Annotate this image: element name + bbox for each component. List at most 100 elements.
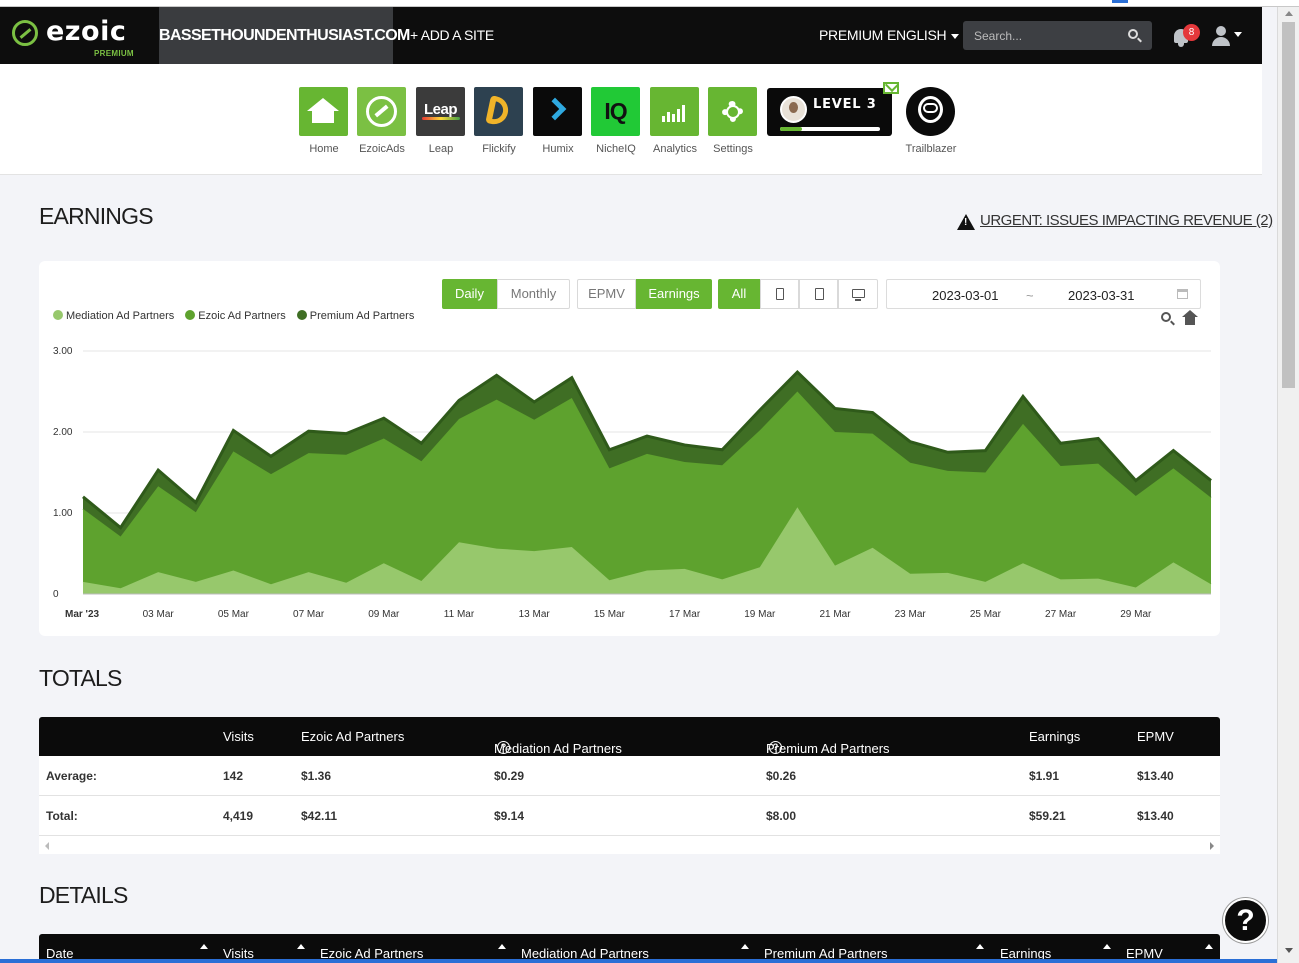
totals-title: TOTALS — [39, 665, 122, 691]
scroll-left-icon[interactable] — [45, 842, 49, 850]
sort-icon[interactable] — [741, 944, 749, 949]
vertical-scrollbar[interactable] — [1277, 7, 1299, 963]
table-cell: $59.21 — [1029, 809, 1066, 823]
details-title: DETAILS — [39, 882, 128, 908]
scroll-down-icon[interactable] — [1285, 948, 1293, 953]
flickify-icon — [474, 87, 523, 136]
x-tick-label: 25 Mar — [970, 609, 1002, 620]
sort-icon[interactable] — [498, 944, 506, 949]
add-site-link[interactable]: + ADD A SITE — [410, 7, 494, 64]
help-circle-icon[interactable]: ? — [769, 741, 782, 754]
avatar — [780, 96, 807, 123]
table-row: Average: 142 $1.36 $0.29 $0.26 $1.91 $13… — [39, 756, 1220, 796]
table-cell: $13.40 — [1137, 809, 1174, 823]
x-tick-label: Mar '23 — [65, 609, 100, 620]
warning-icon — [957, 214, 975, 230]
totals-header-row: Visits Ezoic Ad Partners Mediation Ad Pa… — [39, 717, 1220, 756]
app-label: Settings — [713, 143, 753, 155]
column-header: Visits — [223, 729, 254, 744]
sort-icon[interactable] — [976, 944, 984, 949]
level-badge[interactable]: LEVEL 3 — [767, 88, 892, 136]
home-icon — [299, 87, 348, 136]
horizontal-scrollbar[interactable] — [39, 836, 1220, 854]
app-humix[interactable]: Humix — [533, 87, 583, 155]
app-ezoicads[interactable]: EzoicAds — [357, 87, 407, 155]
column-header: Ezoic Ad Partners — [301, 729, 405, 744]
scroll-up-icon[interactable] — [1285, 11, 1293, 16]
scroll-right-icon[interactable] — [1210, 842, 1214, 850]
help-circle-icon[interactable]: ? — [497, 741, 510, 754]
search-icon[interactable] — [1128, 29, 1138, 39]
sort-icon[interactable] — [297, 944, 305, 949]
browser-top-strip — [0, 0, 1299, 7]
sort-icon[interactable] — [1103, 944, 1111, 949]
table-cell: $0.29 — [494, 769, 525, 783]
sort-icon[interactable] — [200, 944, 208, 949]
earnings-area-chart[interactable]: 0 1.00 2.00 3.00 Mar '23 03 Mar 05 Mar 07 Mar 09… — [39, 261, 1220, 636]
table-cell: $13.40 — [1137, 769, 1174, 783]
caret-down-icon — [1234, 32, 1242, 37]
app-analytics[interactable]: Analytics — [650, 87, 700, 155]
table-cell: $1.91 — [1029, 769, 1060, 783]
leap-tile-text: Leap — [423, 101, 458, 118]
x-tick-label: 05 Mar — [218, 609, 250, 620]
totals-table: Visits Ezoic Ad Partners Mediation Ad Pa… — [39, 717, 1220, 854]
table-cell: $9.14 — [494, 809, 525, 823]
x-tick-label: 09 Mar — [368, 609, 400, 620]
app-nicheiq[interactable]: IQ NicheIQ — [591, 87, 641, 155]
x-tick-label: 11 Mar — [444, 609, 475, 620]
app-settings[interactable]: Settings — [708, 87, 758, 155]
x-tick-label: 17 Mar — [669, 609, 701, 620]
leap-icon: Leap — [416, 87, 465, 136]
column-header-label: Mediation Ad Partners — [494, 741, 622, 756]
column-header: EPMV — [1137, 729, 1174, 744]
x-tick-label: 15 Mar — [594, 609, 626, 620]
search-input[interactable] — [963, 21, 1123, 50]
column-header-label: Premium Ad Partners — [766, 741, 890, 756]
row-label: Average: — [46, 769, 97, 783]
table-cell: $1.36 — [301, 769, 332, 783]
column-header: Earnings — [1029, 729, 1081, 744]
table-cell: $42.11 — [301, 809, 338, 823]
logo-sub: PREMIUM — [94, 49, 134, 58]
browser-indicator — [1112, 0, 1128, 3]
user-menu[interactable] — [1211, 26, 1251, 48]
level-text: LEVEL 3 — [813, 97, 877, 112]
notification-badge: 8 — [1183, 24, 1200, 41]
mail-icon[interactable] — [883, 82, 899, 94]
trailblazer-label: Trailblazer — [905, 143, 957, 155]
astronaut-icon — [906, 87, 955, 136]
x-tick-label: 03 Mar — [143, 609, 175, 620]
earnings-title: EARNINGS — [39, 203, 154, 229]
help-button[interactable]: ? — [1223, 898, 1268, 943]
sort-icon[interactable] — [1205, 944, 1213, 949]
y-tick-label: 3.00 — [53, 346, 73, 357]
table-cell: 4,419 — [223, 809, 254, 823]
app-flickify[interactable]: Flickify — [474, 87, 524, 155]
y-tick-label: 0 — [53, 589, 59, 600]
language-dropdown[interactable]: ENGLISH — [887, 7, 960, 64]
scrollbar-thumb[interactable] — [1282, 22, 1295, 388]
app-leap[interactable]: Leap Leap — [416, 87, 466, 155]
ezoicads-icon — [357, 87, 406, 136]
x-tick-label: 13 Mar — [519, 609, 551, 620]
table-row: Total: 4,419 $42.11 $9.14 $8.00 $59.21 $… — [39, 796, 1220, 836]
caret-down-icon — [951, 33, 960, 39]
earnings-chart-card: Daily Monthly EPMV Earnings All 2023-03-… — [39, 261, 1220, 636]
premium-link[interactable]: PREMIUM — [819, 7, 883, 64]
urgent-issues-link[interactable]: URGENT: ISSUES IMPACTING REVENUE (2) — [980, 212, 1273, 229]
table-cell: $0.26 — [766, 769, 797, 783]
search-box — [963, 21, 1152, 50]
humix-icon — [533, 87, 582, 136]
x-tick-label: 29 Mar — [1120, 609, 1152, 620]
ezoic-logo[interactable]: ezoic PREMIUM — [8, 15, 158, 58]
x-tick-label: 21 Mar — [819, 609, 851, 620]
x-tick-label: 07 Mar — [293, 609, 325, 620]
row-label: Total: — [46, 809, 78, 823]
level-progress-fill — [780, 127, 802, 131]
y-tick-label: 2.00 — [53, 427, 73, 438]
app-home[interactable]: Home — [299, 87, 349, 155]
site-selector[interactable]: BASSETHOUNDENTHUSIAST.COM — [159, 7, 410, 64]
trailblazer-badge[interactable]: Trailblazer — [906, 87, 956, 155]
user-icon — [1216, 26, 1226, 36]
